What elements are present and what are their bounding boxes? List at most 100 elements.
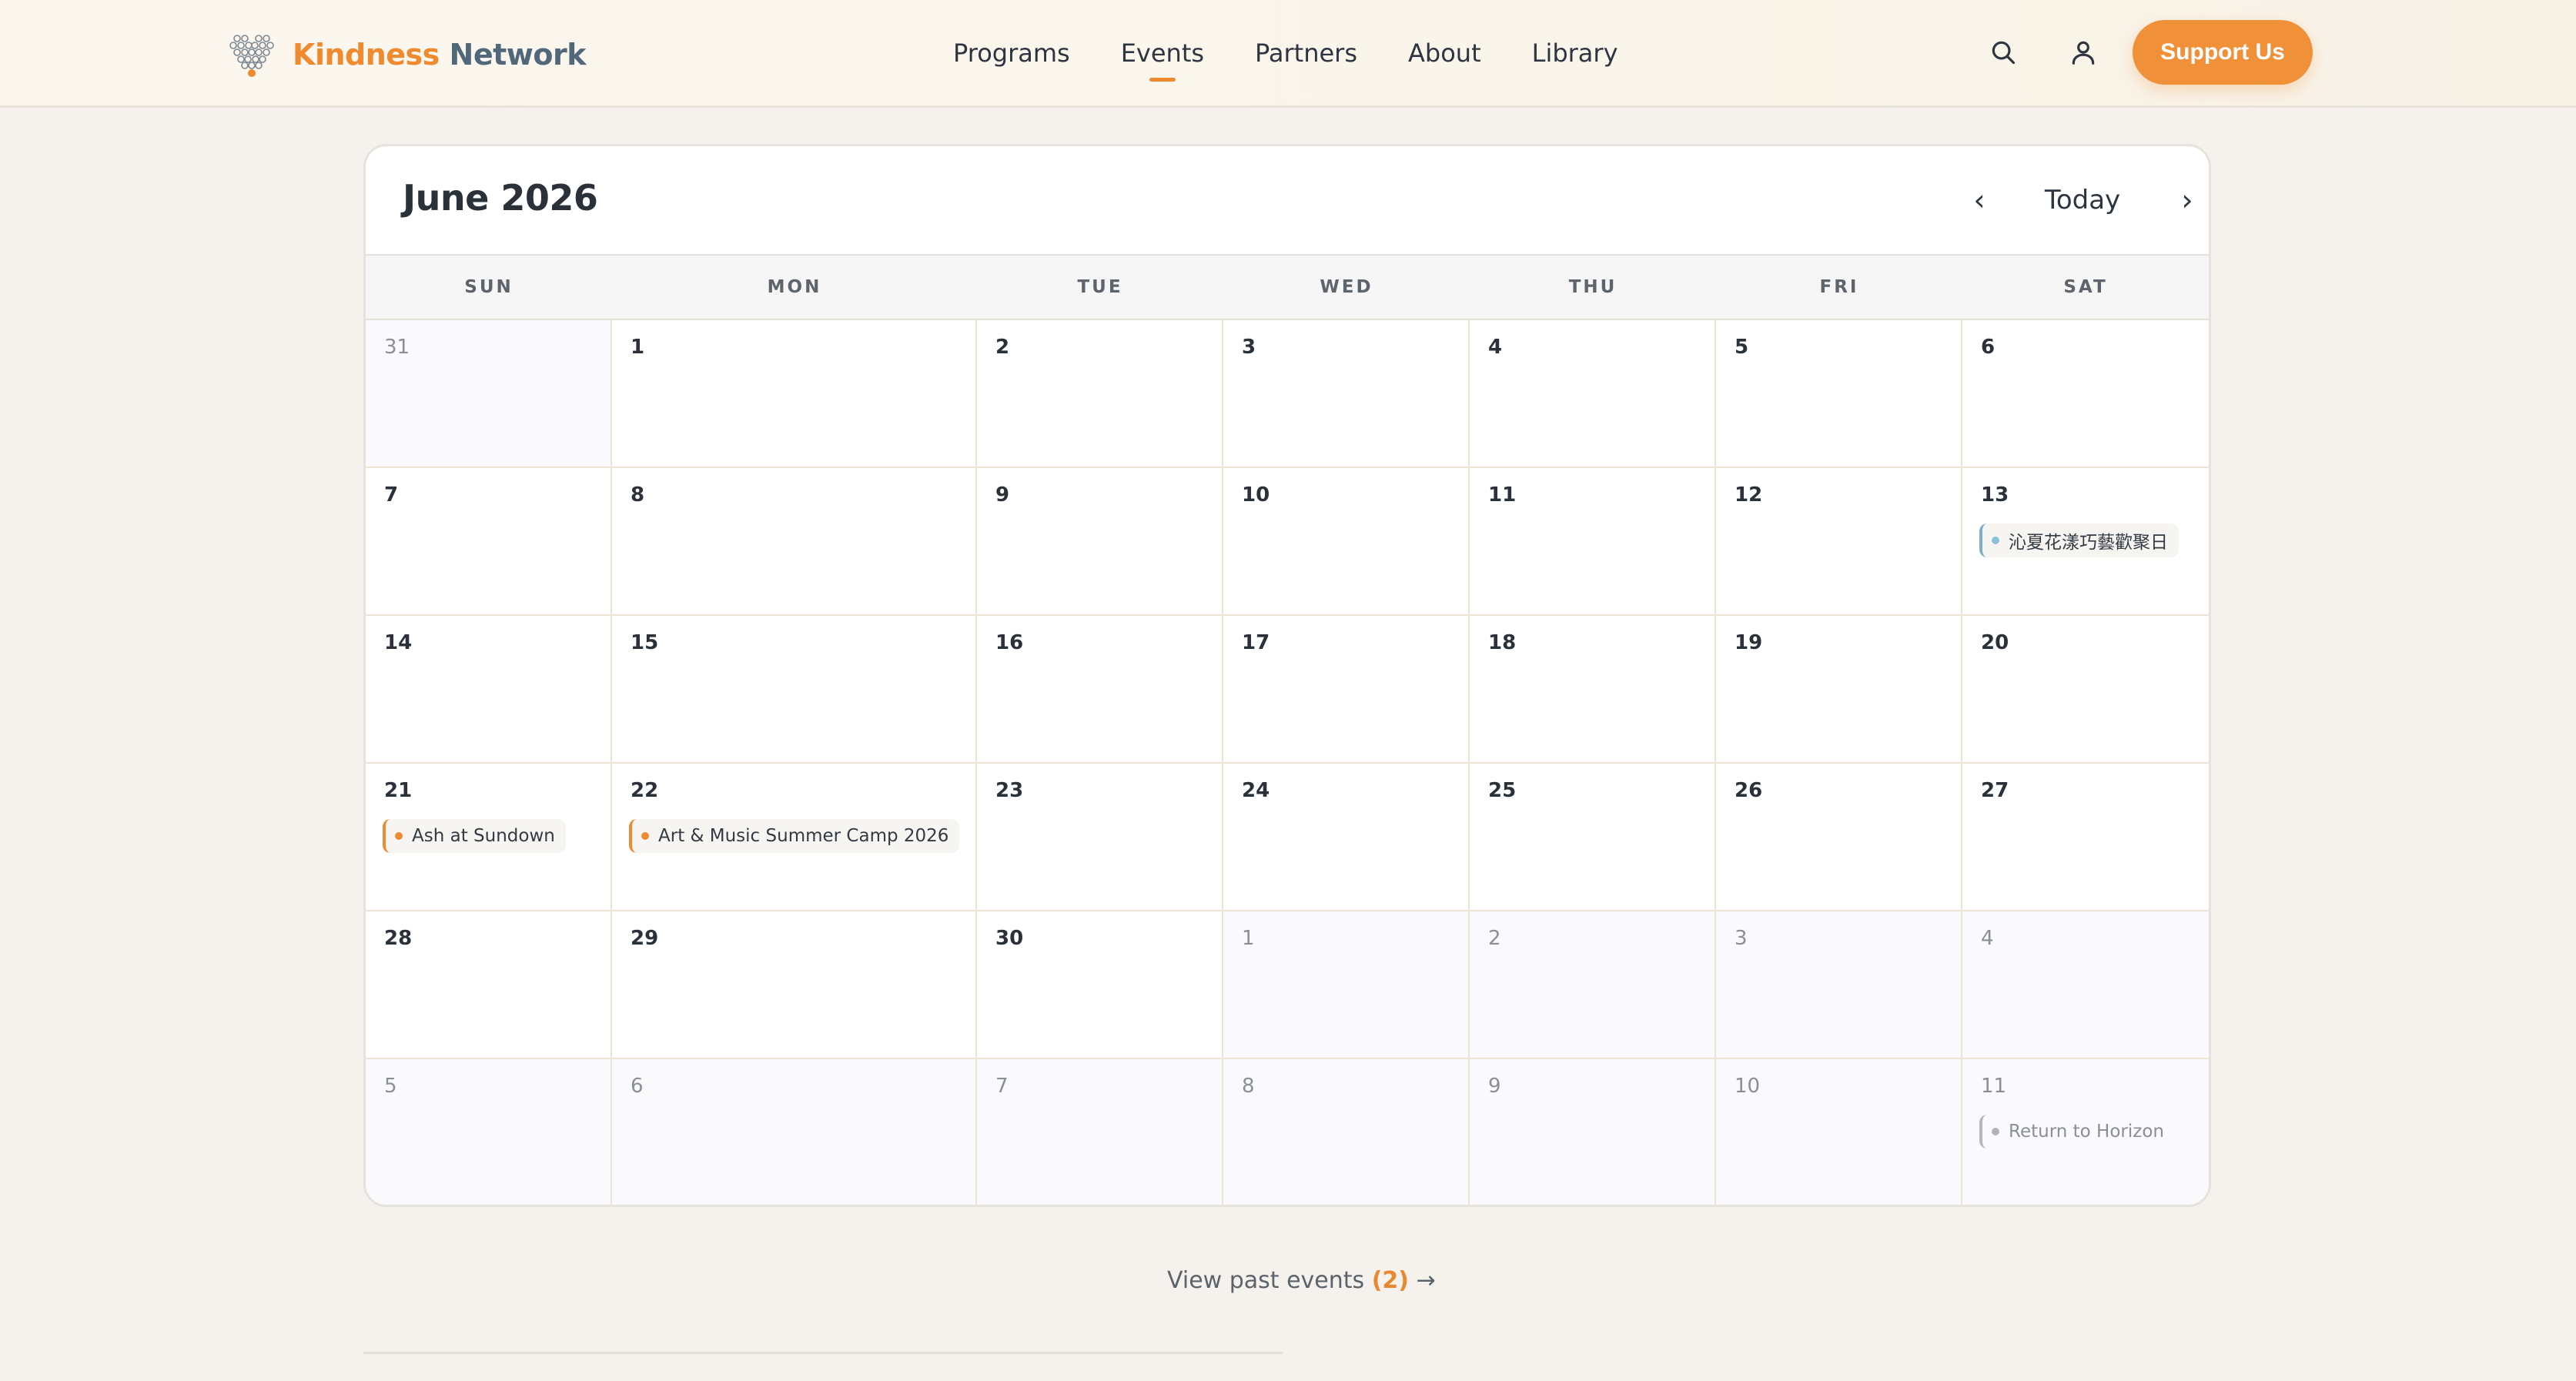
calendar-day-cell[interactable]: 6	[1962, 320, 2209, 468]
day-number: 3	[1242, 336, 1256, 359]
calendar-day-cell[interactable]: 5	[366, 1059, 612, 1205]
day-number: 11	[1488, 483, 1517, 507]
calendar-day-cell[interactable]: 18	[1470, 616, 1716, 764]
heart-network-logo-icon	[229, 35, 274, 77]
calendar-day-cell[interactable]: 15	[612, 616, 977, 764]
day-number: 25	[1488, 779, 1517, 802]
nav-item-partners[interactable]: Partners	[1255, 38, 1357, 68]
calendar-day-cell[interactable]: 24	[1223, 764, 1470, 911]
calendar-day-cell[interactable]: 5	[1716, 320, 1962, 468]
day-number: 19	[1735, 631, 1763, 654]
calendar-day-cell[interactable]: 1	[612, 320, 977, 468]
day-number: 5	[1735, 336, 1749, 359]
calendar-event[interactable]: Return to Horizon	[1979, 1115, 2175, 1149]
day-number: 15	[631, 631, 659, 654]
next-month-button[interactable]: ›	[2167, 179, 2207, 222]
calendar-day-cell[interactable]: 10	[1716, 1059, 1962, 1205]
day-number: 24	[1242, 779, 1270, 802]
calendar-day-cell[interactable]: 25	[1470, 764, 1716, 911]
calendar-day-cell[interactable]: 4	[1470, 320, 1716, 468]
event-title: Return to Horizon	[2009, 1122, 2164, 1142]
calendar-day-cell[interactable]: 8	[1223, 1059, 1470, 1205]
calendar-day-cell[interactable]: 7	[977, 1059, 1223, 1205]
day-number: 23	[995, 779, 1024, 802]
logo[interactable]: Kindness Network	[226, 29, 587, 80]
calendar-day-cell[interactable]: 22 Art & Music Summer Camp 2026	[612, 764, 977, 911]
day-number: 21	[384, 779, 413, 802]
day-number: 9	[1488, 1075, 1501, 1098]
today-button[interactable]: Today	[2021, 179, 2144, 222]
weekday-label-sat: SAT	[2063, 277, 2108, 297]
calendar-day-cell[interactable]: 19	[1716, 616, 1962, 764]
view-past-events-link[interactable]: View past events (2) →	[1167, 1267, 1436, 1294]
account-button[interactable]	[2065, 34, 2102, 71]
calendar-day-cell[interactable]: 11	[1470, 468, 1716, 616]
day-number: 1	[1242, 927, 1255, 950]
calendar-day-cell[interactable]: 6	[612, 1059, 977, 1205]
calendar-day-cell[interactable]: 21 Ash at Sundown	[366, 764, 612, 911]
calendar-day-cell[interactable]: 28	[366, 911, 612, 1059]
day-number: 13	[1981, 483, 2009, 507]
calendar-day-cell[interactable]: 11 Return to Horizon	[1962, 1059, 2209, 1205]
day-number: 2	[1488, 927, 1501, 950]
calendar-month-title: June 2026	[403, 177, 598, 219]
calendar-day-cell[interactable]: 9	[977, 468, 1223, 616]
calendar-day-cell[interactable]: 10	[1223, 468, 1470, 616]
calendar-day-cell[interactable]: 9	[1470, 1059, 1716, 1205]
calendar-day-cell[interactable]: 1	[1223, 911, 1470, 1059]
calendar-event[interactable]: Ash at Sundown	[383, 819, 566, 853]
weekday-label-mon: MON	[767, 277, 822, 297]
calendar-event[interactable]: Art & Music Summer Camp 2026	[629, 819, 960, 853]
calendar-day-cell[interactable]: 27	[1962, 764, 2209, 911]
day-number: 16	[995, 631, 1024, 654]
arrow-right-icon: →	[1416, 1267, 1436, 1294]
section-divider	[363, 1352, 1283, 1354]
nav-item-programs[interactable]: Programs	[953, 38, 1070, 68]
day-number: 11	[1981, 1075, 2007, 1098]
calendar-day-cell[interactable]: 2	[977, 320, 1223, 468]
calendar-day-cell[interactable]: 3	[1223, 320, 1470, 468]
calendar-day-cell[interactable]: 16	[977, 616, 1223, 764]
site-header: Kindness Network Programs Events Partner…	[0, 0, 2576, 108]
weekday-label-sun: SUN	[464, 277, 514, 297]
day-number: 10	[1735, 1075, 1761, 1098]
calendar-day-cell[interactable]: 20	[1962, 616, 2209, 764]
nav-item-library[interactable]: Library	[1532, 38, 1618, 68]
calendar-day-cell[interactable]: 29	[612, 911, 977, 1059]
calendar-day-cell[interactable]: 2	[1470, 911, 1716, 1059]
search-button[interactable]	[1985, 34, 2022, 71]
calendar-day-cell[interactable]: 13 沁夏花漾巧藝歡聚日	[1962, 468, 2209, 616]
past-events-label: View past events	[1167, 1267, 1365, 1294]
calendar-day-cell[interactable]: 12	[1716, 468, 1962, 616]
calendar-day-cell[interactable]: 23	[977, 764, 1223, 911]
nav-item-events[interactable]: Events	[1121, 38, 1204, 68]
day-number: 6	[1981, 336, 1996, 359]
weekday-label-tue: TUE	[1077, 277, 1123, 297]
calendar-event[interactable]: 沁夏花漾巧藝歡聚日	[1979, 523, 2179, 557]
calendar: June 2026 ‹ Today › SUN MON TUE WED THU FRI SA…	[363, 144, 2211, 1207]
day-number: 17	[1242, 631, 1270, 654]
calendar-day-cell[interactable]: 14	[366, 616, 612, 764]
calendar-day-cell[interactable]: 26	[1716, 764, 1962, 911]
day-number: 22	[631, 779, 659, 802]
day-number: 14	[384, 631, 413, 654]
calendar-day-cell[interactable]: 3	[1716, 911, 1962, 1059]
support-us-button[interactable]: Support Us	[2133, 20, 2313, 85]
calendar-day-cell[interactable]: 17	[1223, 616, 1470, 764]
calendar-header: June 2026 ‹ Today ›	[366, 146, 2209, 256]
calendar-day-cell[interactable]: 31	[366, 320, 612, 468]
calendar-day-cell[interactable]: 8	[612, 468, 977, 616]
day-number: 4	[1488, 336, 1503, 359]
calendar-day-cell[interactable]: 30	[977, 911, 1223, 1059]
previous-month-button[interactable]: ‹	[1959, 179, 1999, 222]
logo-word-kindness: Kindness	[293, 38, 440, 72]
calendar-day-cell[interactable]: 7	[366, 468, 612, 616]
calendar-day-cell[interactable]: 4	[1962, 911, 2209, 1059]
weekday-header-row: SUN MON TUE WED THU FRI SAT	[366, 256, 2209, 320]
nav-item-about[interactable]: About	[1408, 38, 1481, 68]
event-dot-icon	[1992, 1128, 1999, 1135]
user-icon	[2072, 41, 2095, 65]
weekday-label-fri: FRI	[1819, 277, 1859, 297]
day-number: 2	[995, 336, 1010, 359]
day-number: 7	[995, 1075, 1009, 1098]
